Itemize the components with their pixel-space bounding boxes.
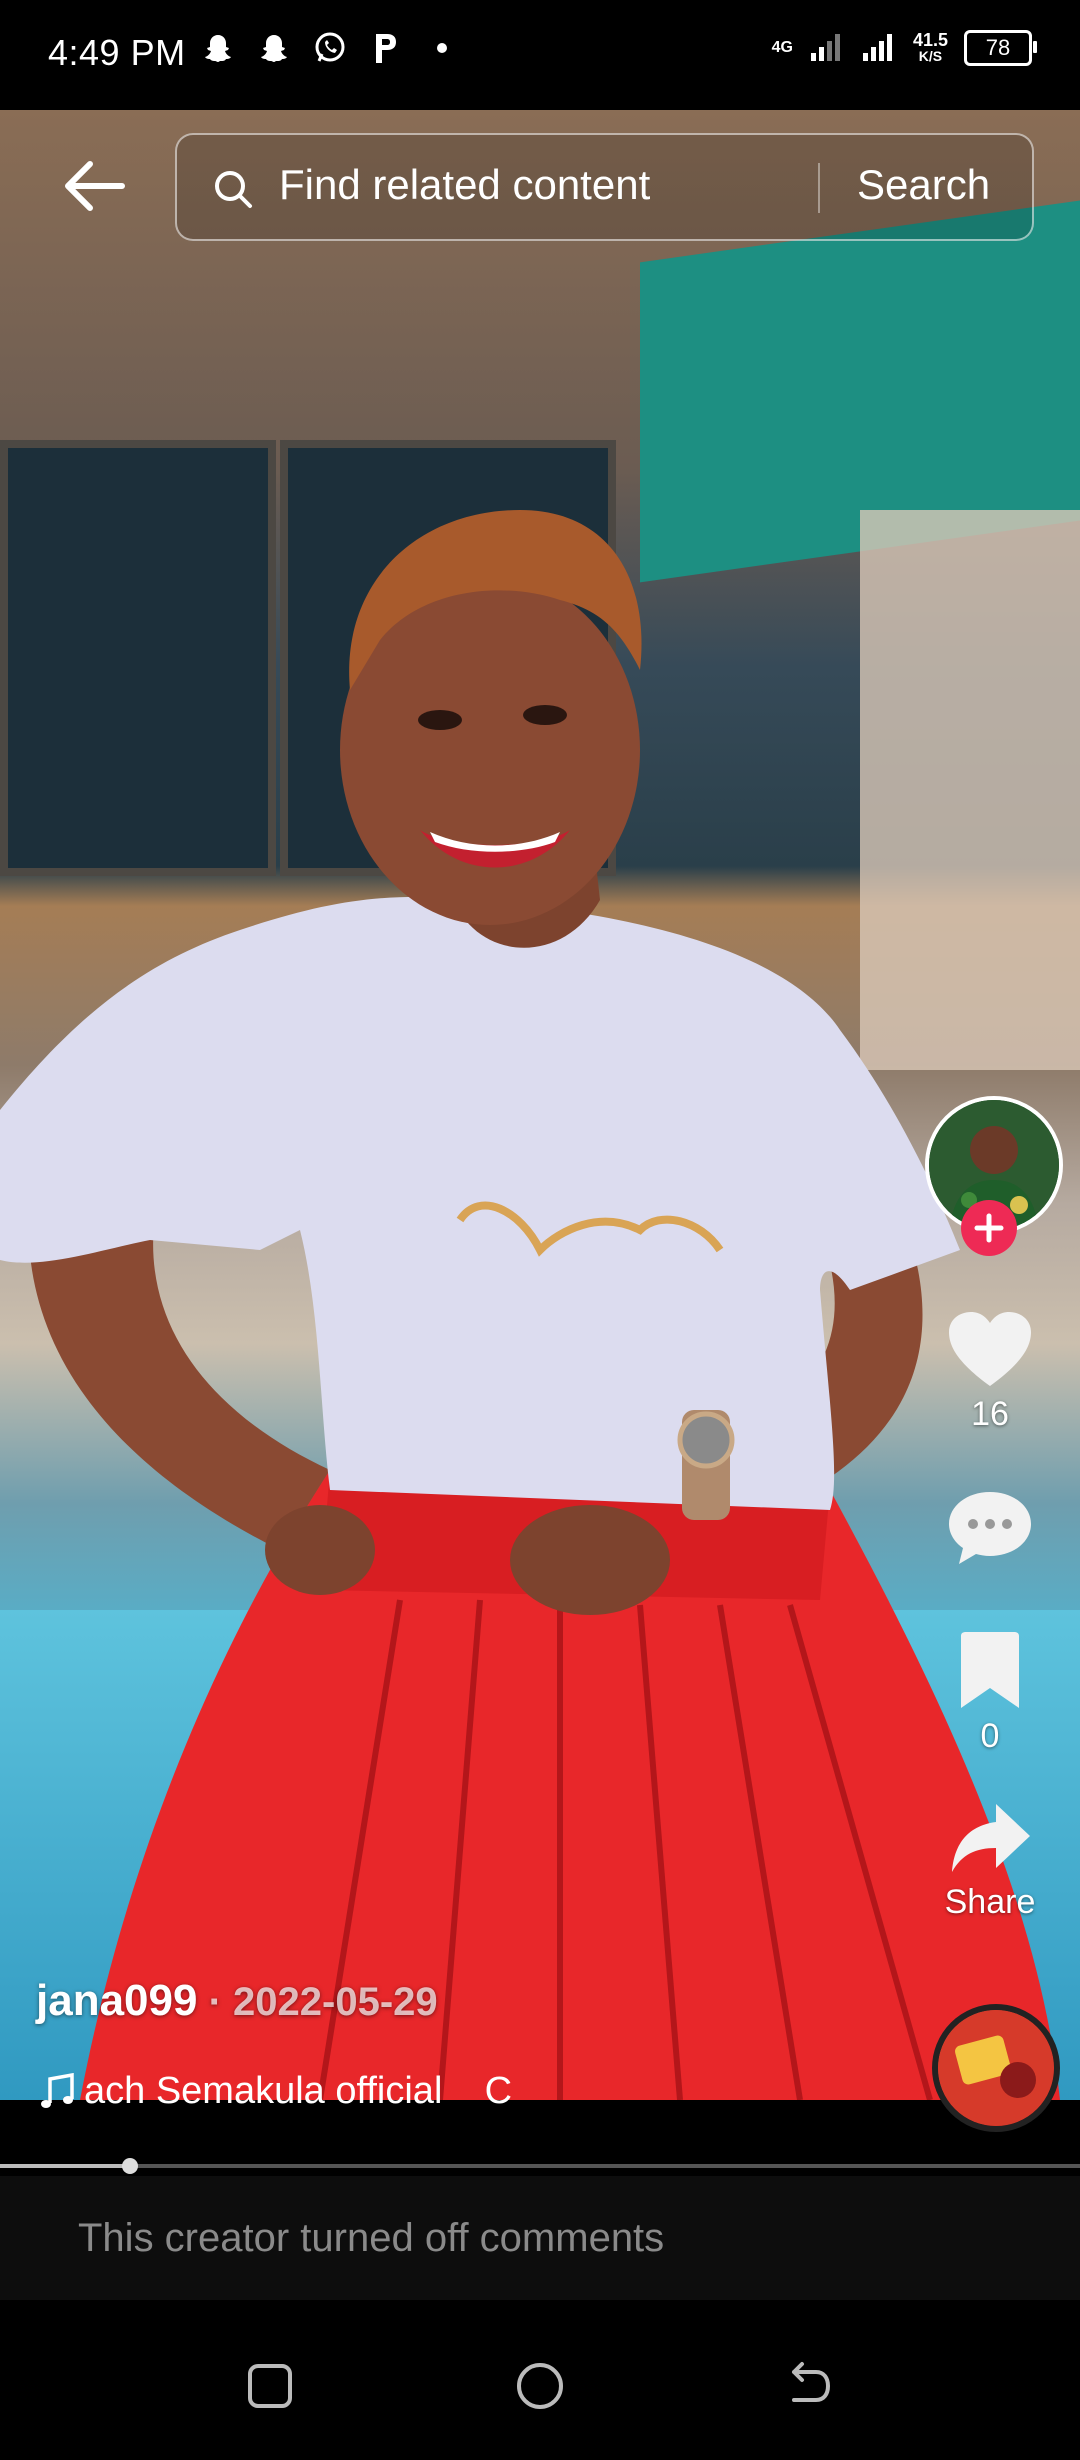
progress-handle[interactable] [121, 2158, 138, 2174]
post-image[interactable] [0, 110, 1080, 2100]
home-button[interactable] [512, 2358, 568, 2414]
p-app-icon [368, 30, 404, 66]
music-title: ach Semakula official C [84, 2070, 513, 2112]
arrow-left-icon [65, 161, 125, 211]
heart-icon [949, 1312, 1031, 1386]
search-icon [215, 171, 252, 208]
save-count: 0 [980, 1717, 1000, 1755]
username-link[interactable]: jana099 [36, 1976, 197, 2025]
network-speed: 41.5 K/S [912, 30, 948, 64]
battery-indicator: 78 [964, 30, 1037, 66]
like-count: 16 [971, 1395, 1009, 1433]
notification-icons [200, 30, 460, 66]
music-info[interactable]: ach Semakula official C [40, 2070, 512, 2113]
system-navigation-bar [0, 2300, 1080, 2460]
signal-icon [809, 31, 845, 66]
search-input[interactable]: Find related content [279, 161, 650, 209]
status-time: 4:49 PM [48, 32, 186, 73]
comments-bar: This creator turned off comments [0, 2176, 1080, 2300]
status-right: 4G 41.5 K/S 78 [771, 30, 1037, 66]
video-progress[interactable] [0, 2158, 1080, 2174]
snapchat-icon [256, 30, 292, 66]
status-bar: 4:49 PM 4G 41.5 K/S 78 [0, 0, 1080, 110]
share-label: Share [944, 1883, 1036, 1921]
network-speed-value: 41.5 [912, 30, 948, 50]
search-bar[interactable]: Find related content Search [175, 133, 1034, 241]
music-disc[interactable] [932, 2004, 1060, 2132]
follow-button[interactable] [961, 1200, 1017, 1256]
share-button[interactable]: Share [920, 1800, 1060, 1922]
search-button[interactable]: Search [857, 161, 990, 209]
back-nav-button[interactable] [780, 2358, 836, 2414]
comment-button[interactable] [920, 1488, 1060, 1573]
music-disc-artwork [938, 2010, 1054, 2126]
network-speed-unit: K/S [918, 48, 943, 64]
network-type: 4G [771, 39, 793, 56]
caption-author: jana099 · 2022-05-29 [36, 1976, 438, 2026]
save-button[interactable]: 0 [920, 1630, 1060, 1756]
bookmark-icon [961, 1632, 1019, 1708]
back-button[interactable] [58, 150, 130, 222]
plus-icon [974, 1213, 1004, 1243]
like-button[interactable]: 16 [920, 1310, 1060, 1434]
share-icon [952, 1804, 1030, 1872]
post-date: · 2022-05-29 [197, 1980, 438, 2024]
person-figure [0, 510, 1060, 2100]
signal-icon [861, 31, 897, 66]
search-divider [818, 163, 820, 213]
whatsapp-icon [312, 30, 348, 66]
snapchat-icon [200, 30, 236, 66]
circle-icon [517, 2363, 563, 2409]
music-note-icon [41, 2072, 74, 2108]
dot-icon [424, 30, 460, 66]
progress-fill [0, 2164, 130, 2168]
square-icon [248, 2364, 292, 2408]
recent-apps-button[interactable] [242, 2358, 298, 2414]
comments-disabled-notice: This creator turned off comments [78, 2216, 665, 2260]
comment-icon [949, 1492, 1031, 1564]
back-arrow-icon [792, 2362, 830, 2402]
